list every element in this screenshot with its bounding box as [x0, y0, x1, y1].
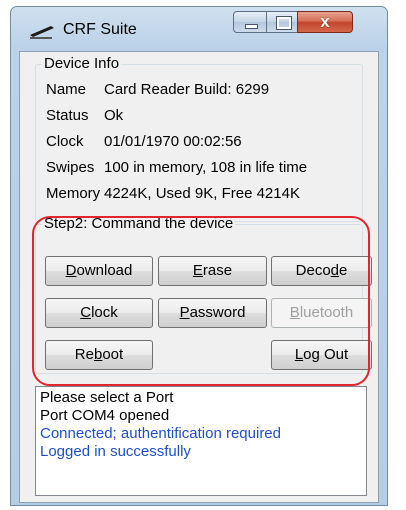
log-line: Port COM4 opened	[40, 407, 170, 424]
info-value: 4224K, Used 9K, Free 4214K	[104, 185, 300, 202]
app-window: CRF Suite x Device Info Name Card Reader …	[10, 6, 388, 506]
button-label-part: rase	[202, 262, 233, 279]
button-label-part: Deco	[295, 262, 331, 279]
info-row-status: Status Ok	[46, 107, 123, 125]
accelerator-key: D	[65, 262, 77, 279]
password-button[interactable]: Password	[158, 298, 267, 328]
minimize-button[interactable]	[233, 11, 267, 33]
accelerator-key: C	[80, 304, 92, 321]
button-label-part: assword	[189, 304, 246, 321]
info-value: Ok	[104, 107, 124, 124]
info-key: Memory	[46, 185, 101, 202]
maximize-icon	[276, 16, 292, 30]
download-button[interactable]: Download	[45, 256, 153, 286]
button-label-part: ownload	[76, 262, 133, 279]
erase-button[interactable]: Erase	[158, 256, 267, 286]
info-row-clock: Clock 01/01/1970 00:02:56	[46, 133, 242, 151]
button-label-part: og Out	[303, 346, 349, 363]
info-value: 100 in memory, 108 in life time	[104, 159, 308, 176]
info-row-memory: Memory 4224K, Used 9K, Free 4214K	[46, 185, 300, 203]
log-line: Logged in successfully	[40, 443, 191, 460]
title-bar[interactable]: CRF Suite x	[11, 7, 387, 51]
decode-button[interactable]: Decode	[271, 256, 372, 286]
accelerator-key: E	[192, 262, 203, 279]
close-icon: x	[320, 12, 330, 31]
button-label-part: luetooth	[299, 304, 354, 321]
info-key: Clock	[46, 133, 84, 150]
info-row-name: Name Card Reader Build: 6299	[46, 81, 269, 99]
maximize-button[interactable]	[266, 11, 298, 33]
info-row-swipes: Swipes 100 in memory, 108 in life time	[46, 159, 307, 177]
info-value: 01/01/1970 00:02:56	[104, 133, 242, 150]
log-output[interactable]: Please select a Port Port COM4 opened Co…	[35, 386, 367, 496]
info-key: Status	[46, 107, 89, 124]
accelerator-key: P	[179, 304, 190, 321]
button-label-part: lock	[91, 304, 118, 321]
window-title: CRF Suite	[63, 21, 137, 38]
app-icon	[30, 26, 54, 39]
button-label-part: Re	[74, 346, 94, 363]
accelerator-key: d	[330, 262, 340, 279]
minimize-icon	[245, 24, 258, 29]
client-area: Device Info Name Card Reader Build: 6299 …	[19, 51, 379, 503]
info-value: Card Reader Build: 6299	[104, 81, 270, 98]
clock-button[interactable]: Clock	[45, 298, 153, 328]
command-label: Step2: Command the device	[42, 215, 236, 233]
device-info-group: Device Info Name Card Reader Build: 6299 …	[35, 55, 363, 222]
info-key: Swipes	[46, 159, 95, 176]
accelerator-key: B	[289, 304, 300, 321]
button-label-part: oot	[102, 346, 124, 363]
accelerator-key: L	[294, 346, 304, 363]
button-label-part: e	[339, 262, 348, 279]
log-line: Connected; authentification required	[40, 425, 281, 442]
logout-button[interactable]: Log Out	[271, 340, 372, 370]
device-info-label: Device Info	[42, 55, 122, 73]
log-line: Please select a Port	[40, 389, 174, 406]
bluetooth-button[interactable]: Bluetooth	[271, 298, 372, 328]
reboot-button[interactable]: Reboot	[45, 340, 153, 370]
info-key: Name	[46, 81, 87, 98]
close-button[interactable]: x	[297, 11, 353, 33]
